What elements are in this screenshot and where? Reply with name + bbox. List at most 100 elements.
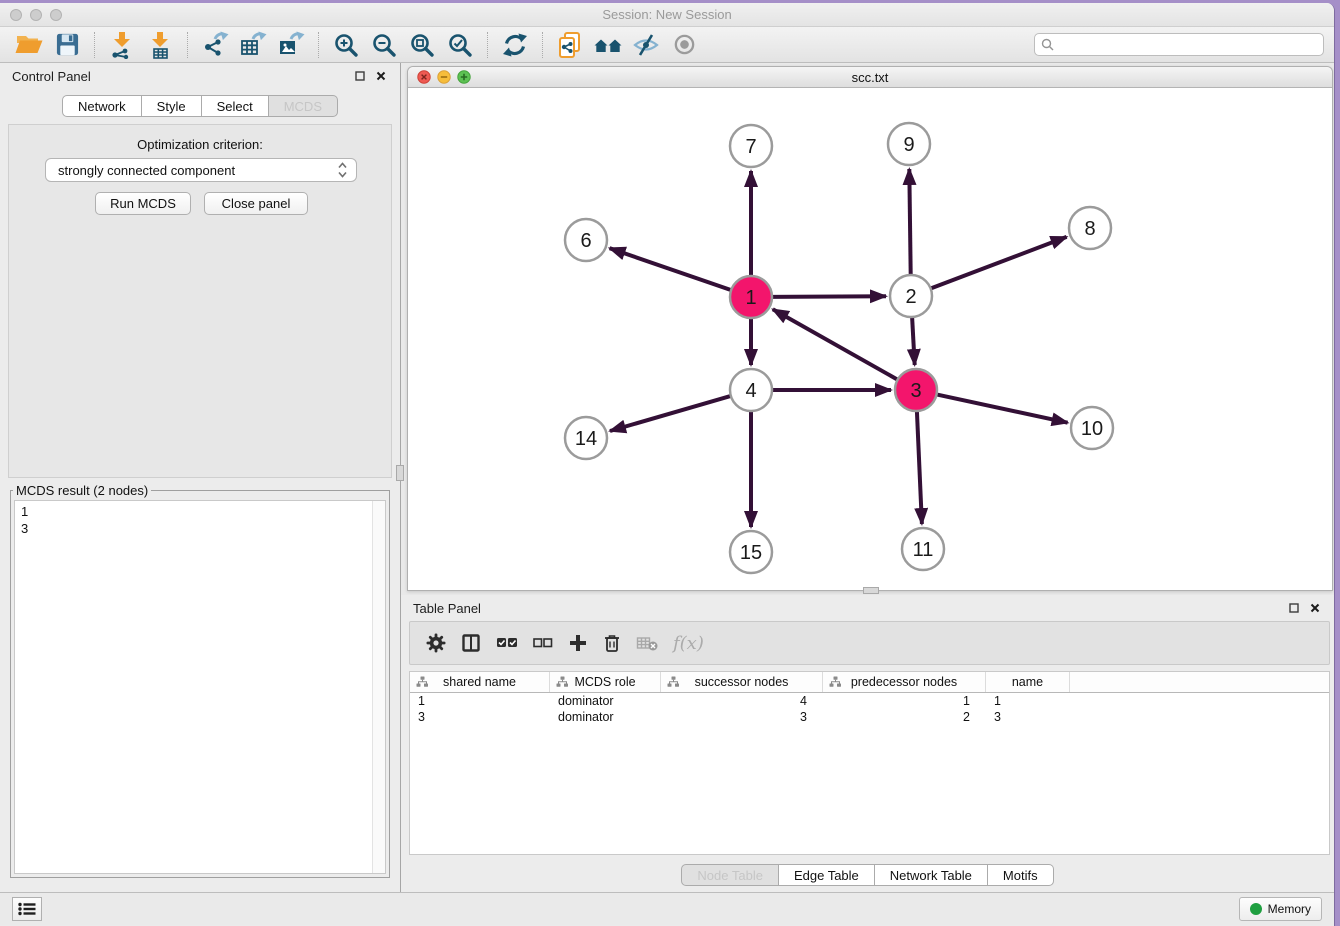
edge-1-2[interactable] bbox=[772, 296, 886, 297]
export-table-icon[interactable] bbox=[234, 29, 272, 61]
table-cell[interactable]: dominator bbox=[550, 709, 661, 725]
close-panel-icon[interactable] bbox=[374, 69, 388, 83]
table-cell[interactable]: dominator bbox=[550, 693, 661, 709]
import-table-icon[interactable] bbox=[141, 29, 179, 61]
node-label: 2 bbox=[905, 286, 916, 308]
zoom-fit-icon[interactable] bbox=[403, 29, 441, 61]
frame-maximize-button[interactable] bbox=[457, 70, 471, 84]
graph-node-3[interactable]: 3 bbox=[895, 369, 937, 411]
column-header-MCDS-role[interactable]: MCDS role bbox=[550, 672, 661, 692]
export-image-icon[interactable] bbox=[272, 29, 310, 61]
column-label: shared name bbox=[443, 675, 516, 689]
table-cell[interactable]: 1 bbox=[823, 693, 986, 709]
status-bar: Memory bbox=[0, 892, 1334, 925]
close-window-button[interactable] bbox=[10, 9, 22, 21]
table-row[interactable]: 3dominator323 bbox=[410, 709, 1329, 725]
graph-node-6[interactable]: 6 bbox=[565, 219, 607, 261]
save-session-icon[interactable] bbox=[48, 29, 86, 61]
column-header-shared-name[interactable]: shared name bbox=[410, 672, 550, 692]
task-list-button[interactable] bbox=[12, 897, 42, 921]
edge-3-11[interactable] bbox=[917, 411, 922, 524]
tab-select[interactable]: Select bbox=[202, 95, 269, 117]
frame-close-button[interactable] bbox=[417, 70, 431, 84]
minimize-window-button[interactable] bbox=[30, 9, 42, 21]
graph-node-15[interactable]: 15 bbox=[730, 531, 772, 573]
search-box[interactable] bbox=[1034, 33, 1324, 56]
search-input[interactable] bbox=[1059, 38, 1317, 52]
graph-node-2[interactable]: 2 bbox=[890, 275, 932, 317]
edge-2-8[interactable] bbox=[931, 237, 1067, 289]
refresh-icon[interactable] bbox=[496, 29, 534, 61]
export-network-icon[interactable] bbox=[196, 29, 234, 61]
zoom-in-icon[interactable] bbox=[327, 29, 365, 61]
float-panel-icon[interactable] bbox=[353, 69, 367, 83]
columns-view-icon[interactable] bbox=[461, 633, 481, 653]
float-table-panel-icon[interactable] bbox=[1287, 601, 1301, 615]
add-column-icon[interactable] bbox=[568, 633, 588, 653]
tab-edge-table[interactable]: Edge Table bbox=[779, 864, 875, 886]
graph-node-1[interactable]: 1 bbox=[730, 276, 772, 318]
mcds-result-text[interactable]: 13 bbox=[14, 500, 386, 874]
graph-node-8[interactable]: 8 bbox=[1069, 207, 1111, 249]
tab-style[interactable]: Style bbox=[142, 95, 202, 117]
memory-label: Memory bbox=[1268, 902, 1311, 916]
criterion-dropdown[interactable]: strongly connected component bbox=[45, 158, 357, 182]
criterion-value: strongly connected component bbox=[58, 163, 337, 178]
network-frame-titlebar: scc.txt bbox=[408, 67, 1332, 88]
zoom-out-icon[interactable] bbox=[365, 29, 403, 61]
splitter-grip-horizontal[interactable] bbox=[863, 587, 879, 594]
zoom-selected-icon[interactable] bbox=[441, 29, 479, 61]
edge-1-6[interactable] bbox=[610, 248, 732, 290]
memory-status-icon bbox=[1250, 903, 1262, 915]
graph-node-9[interactable]: 9 bbox=[888, 123, 930, 165]
graph-node-4[interactable]: 4 bbox=[730, 369, 772, 411]
tab-node-table[interactable]: Node Table bbox=[681, 864, 779, 886]
delete-column-icon[interactable] bbox=[603, 633, 621, 653]
tab-network[interactable]: Network bbox=[62, 95, 142, 117]
table-row[interactable]: 1dominator411 bbox=[410, 693, 1329, 709]
import-network-icon[interactable] bbox=[103, 29, 141, 61]
edge-4-14[interactable] bbox=[610, 396, 731, 431]
toolbar-separator bbox=[187, 32, 188, 58]
edge-3-10[interactable] bbox=[937, 394, 1068, 422]
toolbar-separator bbox=[318, 32, 319, 58]
tab-mcds[interactable]: MCDS bbox=[269, 95, 338, 117]
graph-node-11[interactable]: 11 bbox=[902, 528, 944, 570]
gear-icon[interactable] bbox=[426, 633, 446, 653]
select-all-icon[interactable] bbox=[496, 635, 518, 651]
maximize-window-button[interactable] bbox=[50, 9, 62, 21]
table-cell[interactable]: 3 bbox=[661, 709, 823, 725]
mcds-result-line: 1 bbox=[21, 503, 385, 520]
graph-node-14[interactable]: 14 bbox=[565, 417, 607, 459]
edge-2-3[interactable] bbox=[912, 317, 915, 365]
unselect-all-icon[interactable] bbox=[533, 635, 553, 651]
table-cell[interactable]: 3 bbox=[986, 709, 1070, 725]
table-cell[interactable]: 1 bbox=[410, 693, 550, 709]
table-cell[interactable]: 4 bbox=[661, 693, 823, 709]
column-header-name[interactable]: name bbox=[986, 672, 1070, 692]
first-neighbors-icon[interactable] bbox=[589, 29, 627, 61]
eye-disabled-icon[interactable] bbox=[665, 29, 703, 61]
result-scrollbar[interactable] bbox=[372, 501, 385, 873]
tab-network-table[interactable]: Network Table bbox=[875, 864, 988, 886]
close-table-panel-icon[interactable] bbox=[1308, 601, 1322, 615]
network-canvas[interactable]: 7 9 6 8 1 2 4 3 14 10 15 11 bbox=[408, 88, 1332, 590]
table-cell[interactable]: 1 bbox=[986, 693, 1070, 709]
open-session-icon[interactable] bbox=[10, 29, 48, 61]
run-mcds-button[interactable]: Run MCDS bbox=[95, 192, 191, 215]
close-panel-button[interactable]: Close panel bbox=[204, 192, 308, 215]
tab-motifs[interactable]: Motifs bbox=[988, 864, 1054, 886]
clone-network-icon[interactable] bbox=[551, 29, 589, 61]
frame-minimize-button[interactable] bbox=[437, 70, 451, 84]
show-hide-icon[interactable] bbox=[627, 29, 665, 61]
memory-button[interactable]: Memory bbox=[1239, 897, 1322, 921]
graph-node-7[interactable]: 7 bbox=[730, 125, 772, 167]
table-cell[interactable]: 3 bbox=[410, 709, 550, 725]
column-header-predecessor-nodes[interactable]: predecessor nodes bbox=[823, 672, 986, 692]
edge-2-9[interactable] bbox=[909, 169, 910, 275]
edge-3-1[interactable] bbox=[773, 309, 898, 379]
table-cell[interactable]: 2 bbox=[823, 709, 986, 725]
graph-node-10[interactable]: 10 bbox=[1071, 407, 1113, 449]
node-label: 15 bbox=[740, 542, 762, 564]
column-header-successor-nodes[interactable]: successor nodes bbox=[661, 672, 823, 692]
